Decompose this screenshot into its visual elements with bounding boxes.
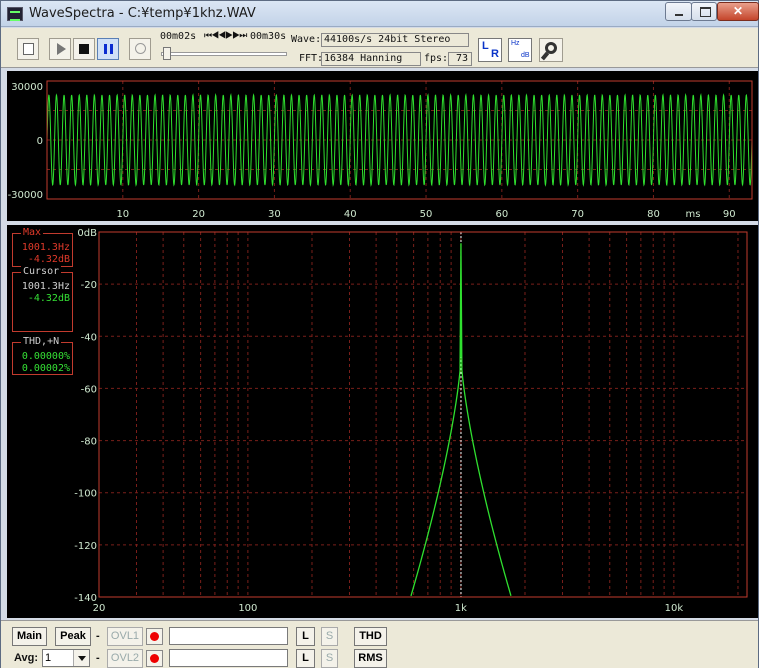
spectrum-y-tick-label: -20	[81, 280, 97, 291]
app-window: WaveSpectra - C:¥temp¥1khz.WAV 00m02s ⏮◀…	[0, 0, 759, 668]
play-button[interactable]	[49, 38, 71, 60]
wave-x-tick-label: 10	[116, 209, 129, 220]
toolbar: 00m02s ⏮◀◀▶▶⏭ 00m30s Wave: 44100s/s 24bi…	[1, 28, 758, 68]
avg-select[interactable]: 1	[42, 649, 90, 667]
max-readout: Max 1001.3Hz -4.32dB	[12, 227, 73, 267]
waveform-panel[interactable]: 30000 0 -30000 10 20 30 40 50 60 70 80 90 ms	[7, 71, 758, 221]
spectrum-y-tick-label: -80	[81, 437, 97, 448]
thd-readout: THD,+N 0.00000% 0.00002%	[12, 336, 73, 375]
s-button-1[interactable]: S	[321, 627, 338, 646]
wave-x-tick-label: 30	[268, 209, 281, 220]
loop-button[interactable]	[129, 38, 151, 60]
seek-slider-track[interactable]	[161, 52, 287, 56]
minimize-button[interactable]	[665, 2, 692, 21]
avg-value: 1	[45, 652, 52, 664]
rms-button[interactable]: RMS	[354, 649, 387, 668]
cursor-frequency: 1001.3Hz	[21, 281, 70, 292]
bottom-bar: Main Peak - OVL1 L S THD Avg: 1 - OVL2 L…	[1, 620, 758, 668]
lr-channel-button[interactable]: L R	[478, 38, 502, 62]
cursor-level: -4.32dB	[27, 293, 70, 304]
max-label: Max	[21, 227, 44, 238]
fft-value: 16384 Hanning	[321, 52, 421, 66]
play-icon	[57, 43, 66, 55]
wave-x-tick-label: 60	[495, 209, 508, 220]
spectrum-x-tick-label: 20	[93, 603, 106, 614]
wave-format-label: Wave:	[291, 34, 322, 45]
stop-button[interactable]	[73, 38, 95, 60]
open-icon	[23, 43, 34, 55]
thdn-value: 0.00002%	[21, 363, 70, 374]
wave-x-tick-label: 70	[571, 209, 584, 220]
app-icon	[7, 7, 23, 21]
pause-button[interactable]	[97, 38, 119, 60]
spectrum-plot: 0dB-20-40-60-80-100-120-14020 100 1k 10k	[74, 228, 748, 614]
thd-button[interactable]: THD	[354, 627, 387, 646]
window-title: WaveSpectra - C:¥temp¥1khz.WAV	[29, 6, 256, 21]
spectrum-x-tick-label: 100	[238, 603, 257, 614]
ovl1-button[interactable]: OVL1	[107, 627, 143, 646]
spectrum-y-tick-label: -120	[74, 541, 97, 552]
spectrum-y-tick-label: -60	[81, 384, 97, 395]
spectrum-x-tick-label: 1k	[455, 603, 467, 614]
cursor-readout: Cursor 1001.3Hz -4.32dB	[12, 266, 73, 332]
ovl2-field[interactable]	[169, 649, 288, 667]
settings-button[interactable]	[539, 38, 563, 62]
ovl2-button[interactable]: OVL2	[107, 649, 143, 668]
spectrum-frame	[98, 231, 748, 598]
max-level: -4.32dB	[27, 254, 70, 265]
hz-db-button[interactable]: Hz dB	[508, 38, 532, 62]
wave-x-tick-label: 50	[420, 209, 433, 220]
title-bar: WaveSpectra - C:¥temp¥1khz.WAV	[1, 1, 759, 27]
wave-y-tick-label: 30000	[11, 82, 43, 93]
max-frequency: 1001.3Hz	[21, 242, 70, 253]
s-button-2[interactable]: S	[321, 649, 338, 668]
dash-separator: -	[96, 652, 100, 664]
fps-value: 73	[448, 52, 472, 66]
record-ovl2-icon[interactable]	[146, 650, 163, 667]
spectrum-y-tick-label: 0dB	[77, 228, 97, 239]
waveform-trace	[46, 93, 753, 187]
spectrum-y-tick-label: -100	[74, 489, 97, 500]
wave-x-tick-label: 20	[192, 209, 205, 220]
spectrum-panel[interactable]: 0dB -20 -40 -60 -80 -100 -120 -140 20 100 1k 10k Ma…	[7, 225, 758, 618]
thd-label: THD,+N	[21, 336, 62, 347]
transport-skip-icons[interactable]: ⏮◀◀▶▶⏭	[204, 30, 247, 41]
maximize-button[interactable]	[691, 2, 717, 21]
cursor-label: Cursor	[21, 266, 62, 277]
peak-button[interactable]: Peak	[55, 627, 91, 646]
avg-label: Avg:	[14, 652, 39, 664]
record-ovl1-icon[interactable]	[146, 628, 163, 645]
wave-x-unit-label: ms	[686, 209, 701, 220]
dash-separator: -	[96, 630, 100, 642]
seek-slider-thumb[interactable]	[163, 47, 172, 60]
thd-value: 0.00000%	[21, 351, 70, 362]
db-label: dB	[521, 52, 530, 59]
loop-icon	[135, 43, 146, 54]
hz-label: Hz	[511, 40, 520, 47]
wave-x-tick-label: 80	[647, 209, 660, 220]
spectrum-y-tick-label: -40	[81, 332, 97, 343]
l-button-2[interactable]: L	[296, 649, 315, 668]
fft-label: FFT:	[299, 53, 324, 64]
main-button[interactable]: Main	[12, 627, 47, 646]
fps-label: fps:	[424, 53, 449, 64]
close-button[interactable]	[717, 2, 759, 21]
position-end-time: 00m30s	[250, 31, 287, 42]
wave-y-tick-label: 0	[37, 136, 43, 147]
ovl1-field[interactable]	[169, 627, 288, 645]
position-start-time: 00m02s	[160, 31, 197, 42]
lr-left-label: L	[482, 40, 489, 52]
chevron-down-icon	[73, 650, 89, 666]
wave-format-value: 44100s/s 24bit Stereo	[321, 33, 469, 47]
spectrum-x-tick-label: 10k	[665, 603, 684, 614]
waveform-plot: 30000 0 -30000 10 20 30 40 50 60 70 80 90 ms	[8, 80, 753, 220]
l-button-1[interactable]: L	[296, 627, 315, 646]
lr-right-label: R	[491, 48, 499, 60]
open-file-button[interactable]	[17, 38, 39, 60]
pause-icon	[104, 44, 113, 54]
wave-x-tick-label: 90	[723, 209, 736, 220]
stop-icon	[79, 44, 89, 54]
wave-y-tick-label: -30000	[8, 190, 43, 201]
wave-x-tick-label: 40	[344, 209, 357, 220]
